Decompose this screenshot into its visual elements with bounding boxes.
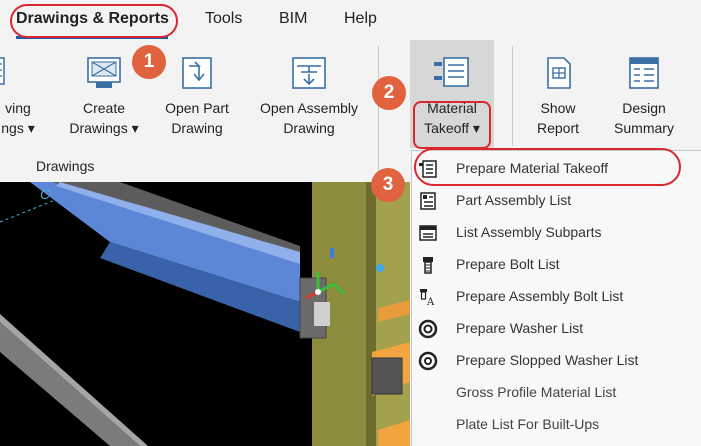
menu-item-prepare-slopped-washer-list[interactable]: Prepare Slopped Washer List (412, 345, 701, 377)
show-report-label-1: Show (540, 100, 576, 116)
step-badge-2: 2 (372, 76, 406, 110)
menu-item-label: List Assembly Subparts (456, 224, 602, 240)
open-part-drawing-icon (182, 57, 212, 89)
design-summary-label-1: Design (622, 100, 666, 116)
washer-icon (418, 319, 438, 339)
open-assembly-drawing-icon (292, 57, 326, 89)
menu-item-label: Prepare Bolt List (456, 256, 560, 272)
drawings-list-label-1: ving (5, 100, 31, 116)
menu-item-prepare-assembly-bolt-list[interactable]: A Prepare Assembly Bolt List (412, 281, 701, 313)
design-summary-button[interactable]: Design Summary (606, 52, 682, 138)
tab-bim[interactable]: BIM (279, 10, 307, 28)
tab-help[interactable]: Help (344, 10, 377, 28)
svg-text:A: A (426, 297, 435, 307)
material-takeoff-dropdown: Prepare Material Takeoff Part Assembly L… (411, 150, 701, 446)
slopped-washer-icon (418, 351, 438, 371)
create-drawings-icon (87, 57, 121, 88)
create-drawings-label-2: Drawings ▾ (69, 120, 139, 136)
highlight-ring-prepare-material-takeoff (414, 148, 681, 186)
open-part-drawing-label-1: Open Part (165, 100, 229, 116)
create-drawings-label-1: Create (82, 100, 126, 116)
ribbon-tab-bar: Drawings & Reports Tools BIM Help (0, 0, 701, 40)
drawings-list-button[interactable]: ving ngs ▾ (0, 52, 40, 138)
subparts-icon (419, 225, 437, 241)
menu-item-part-assembly-list[interactable]: Part Assembly List (412, 185, 701, 217)
bolt-icon (423, 257, 433, 274)
part-list-icon (420, 192, 436, 210)
menu-item-label: Gross Profile Material List (456, 384, 617, 400)
open-assembly-drawing-label-1: Open Assembly (259, 100, 359, 116)
menu-item-label: Plate List For Built-Ups (456, 416, 600, 432)
open-part-drawing-button[interactable]: Open Part Drawing (159, 52, 235, 138)
step-badge-1: 1 (132, 45, 166, 79)
highlight-ring-tab (10, 4, 178, 38)
menu-item-label: Part Assembly List (456, 192, 572, 208)
step-badge-3: 3 (371, 168, 405, 202)
menu-item-prepare-washer-list[interactable]: Prepare Washer List (412, 313, 701, 345)
design-summary-label-2: Summary (614, 120, 674, 136)
material-takeoff-icon (434, 57, 469, 87)
show-report-label-2: Report (536, 120, 580, 136)
design-summary-icon (629, 57, 659, 89)
model-viewport[interactable]: C (0, 182, 410, 446)
drawings-group-label: Drawings (36, 158, 95, 174)
ribbon-separator (378, 46, 379, 174)
menu-item-label: Prepare Slopped Washer List (456, 352, 639, 368)
show-report-icon (547, 57, 571, 89)
highlight-ring-material-takeoff (413, 101, 491, 149)
ribbon-separator (512, 46, 513, 146)
open-assembly-drawing-button[interactable]: Open Assembly Drawing (250, 52, 368, 138)
open-part-drawing-label-2: Drawing (171, 120, 223, 136)
show-report-button[interactable]: Show Report (528, 52, 588, 138)
menu-item-gross-profile-material-list[interactable]: Gross Profile Material List (412, 377, 701, 409)
create-drawings-button[interactable]: Create Drawings ▾ (66, 52, 142, 138)
menu-item-prepare-bolt-list[interactable]: Prepare Bolt List (412, 249, 701, 281)
menu-item-plate-list-for-built-ups[interactable]: Plate List For Built-Ups (412, 409, 701, 441)
grid-label: C (40, 186, 51, 202)
menu-item-label: Prepare Assembly Bolt List (456, 288, 624, 304)
menu-item-label: Prepare Washer List (456, 320, 584, 336)
assembly-bolt-icon: A (420, 289, 435, 307)
open-assembly-drawing-label-2: Drawing (283, 120, 335, 136)
steel-model-render (0, 182, 410, 446)
tab-tools[interactable]: Tools (205, 10, 242, 28)
menu-item-list-assembly-subparts[interactable]: List Assembly Subparts (412, 217, 701, 249)
drawings-list-label-2: ngs ▾ (1, 120, 35, 136)
drawings-list-icon (0, 57, 5, 85)
